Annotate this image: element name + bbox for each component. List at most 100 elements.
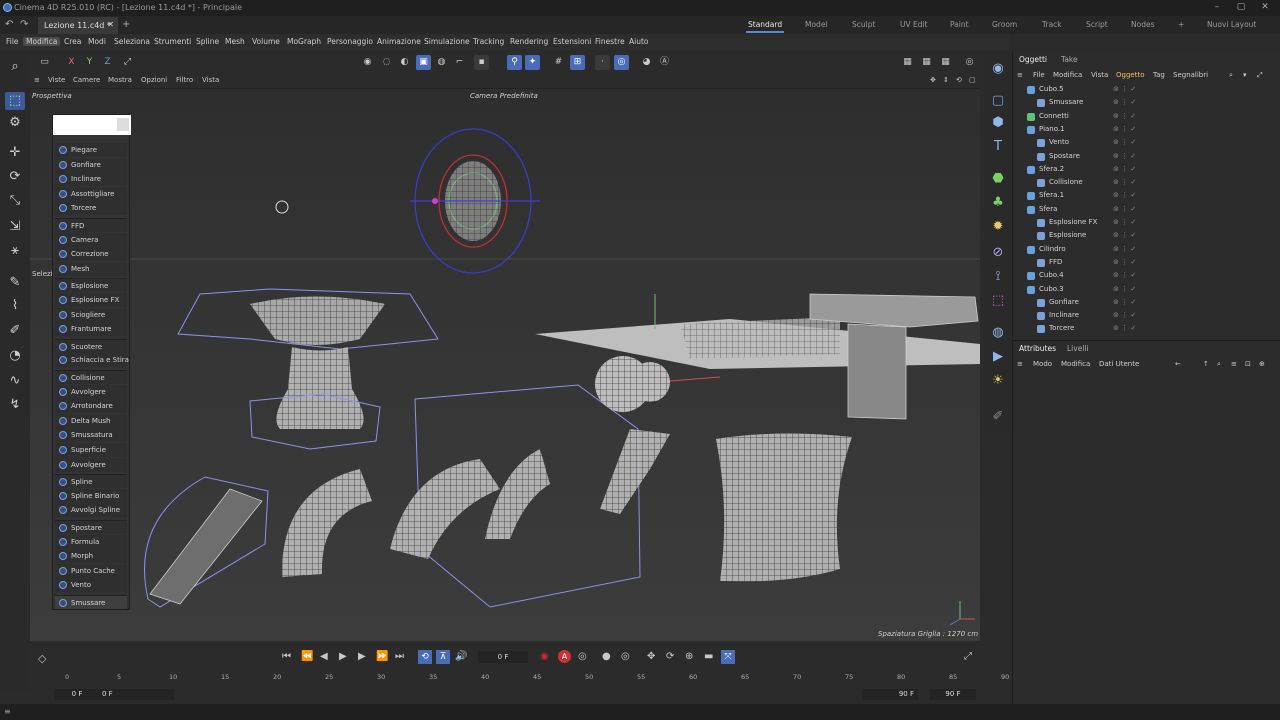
polygons-mode-icon[interactable]: ▣ — [416, 55, 431, 70]
visibility-flags-icon[interactable]: ⊚ ⋮ ✓ — [1113, 256, 1136, 269]
object-menu-file[interactable]: File — [1033, 71, 1045, 79]
deformer-item-vento[interactable]: Vento — [55, 578, 127, 593]
object-row[interactable]: Cubo.4 ⊚ ⋮ ✓ — [1013, 269, 1273, 282]
close-icon[interactable]: ✕ — [1258, 2, 1272, 12]
current-frame-field[interactable]: 0 F — [478, 651, 528, 663]
auto-solo-icon[interactable]: Ⓐ — [657, 55, 672, 70]
viewport-menu-viste[interactable]: Viste — [48, 76, 65, 84]
magnet-icon[interactable]: ∿ — [5, 372, 25, 390]
menu-simulazione[interactable]: Simulazione — [424, 37, 470, 46]
layout-standard[interactable]: Standard — [748, 20, 782, 29]
object-menu-tag[interactable]: Tag — [1153, 71, 1165, 79]
generator-icon[interactable]: ⬣ — [988, 170, 1008, 188]
deformer-item-avvolgere[interactable]: Avvolgere — [55, 457, 127, 472]
tab-livelli[interactable]: Livelli — [1067, 344, 1089, 353]
object-row[interactable]: Esplosione FX ⊚ ⋮ ✓ — [1013, 216, 1273, 229]
paint-brush-icon[interactable]: ✐ — [5, 322, 25, 340]
param-key-icon[interactable]: ▬ — [704, 651, 713, 662]
go-to-end-icon[interactable]: ⏭ — [395, 651, 404, 662]
deformer-item-esplosione[interactable]: Esplosione — [55, 278, 127, 293]
attributes-hamburger-icon[interactable]: ≡ — [1017, 360, 1023, 368]
object-name[interactable]: Piano.1 — [1039, 123, 1065, 136]
render-picture-viewer-icon[interactable]: ▦ — [919, 55, 934, 70]
render-settings-icon[interactable]: ▦ — [938, 55, 953, 70]
deformer-item-frantumare[interactable]: Frantumare — [55, 322, 127, 337]
loop-icon[interactable]: ⟲ — [418, 650, 432, 664]
visibility-flags-icon[interactable]: ⊚ ⋮ ✓ — [1113, 96, 1136, 109]
visibility-flags-icon[interactable]: ⊚ ⋮ ✓ — [1113, 203, 1136, 216]
twist-icon[interactable]: ↯ — [5, 396, 25, 414]
search-icon[interactable]: ⌕ — [5, 58, 25, 76]
menu-personaggio[interactable]: Personaggio — [327, 37, 373, 46]
placement-tool-icon[interactable]: ⚹ — [5, 242, 25, 260]
object-name[interactable]: Cubo.4 — [1039, 269, 1064, 282]
layout-paint[interactable]: Paint — [950, 20, 969, 29]
object-name[interactable]: Inclinare — [1049, 309, 1079, 322]
object-row[interactable]: Vento ⊚ ⋮ ✓ — [1013, 136, 1273, 149]
add-layout-icon[interactable]: + — [1178, 20, 1184, 29]
coordinate-system-icon[interactable]: ⤢ — [120, 55, 135, 70]
deformer-item-scuotere[interactable]: Scuotere — [55, 338, 127, 353]
object-hamburger-icon[interactable]: ≡ — [1017, 71, 1023, 79]
object-name[interactable]: Torcere — [1049, 322, 1074, 335]
end-frame-field[interactable]: 90 F — [930, 689, 976, 700]
scale-tool-icon[interactable]: ⤡ — [5, 192, 25, 210]
menu-rendering[interactable]: Rendering — [510, 37, 548, 46]
object-row[interactable]: Esplosione ⊚ ⋮ ✓ — [1013, 229, 1273, 242]
layout-track[interactable]: Track — [1042, 20, 1062, 29]
attributes-menu-modifica[interactable]: Modifica — [1061, 360, 1090, 368]
autokey-icon[interactable]: A — [558, 650, 571, 663]
deformer-item-assottigliare[interactable]: Assottigliare — [55, 186, 127, 201]
menu-crea[interactable]: Crea — [64, 37, 81, 46]
object-row[interactable]: Sfera ⊚ ⋮ ✓ — [1013, 203, 1273, 216]
visibility-flags-icon[interactable]: ⊚ ⋮ ✓ — [1113, 269, 1136, 282]
viewport-menu-filtro[interactable]: Filtro — [176, 76, 193, 84]
visibility-flags-icon[interactable]: ⊚ ⋮ ✓ — [1113, 83, 1136, 96]
deformer-item-torcere[interactable]: Torcere — [55, 201, 127, 216]
object-name[interactable]: Cubo.5 — [1039, 83, 1064, 96]
visibility-flags-icon[interactable]: ⊚ ⋮ ✓ — [1113, 229, 1136, 242]
deformer-item-camera[interactable]: Camera — [55, 232, 127, 247]
attributes-lock-icon[interactable]: ⊡ — [1245, 360, 1251, 368]
deformer-item-esplosione-fx[interactable]: Esplosione FX — [55, 293, 127, 307]
null-object-icon[interactable]: ▢ — [988, 92, 1008, 110]
preview-start-field[interactable]: 0 F — [98, 689, 174, 700]
object-row[interactable]: Torcere ⊚ ⋮ ✓ — [1013, 322, 1273, 335]
visibility-flags-icon[interactable]: ⊚ ⋮ ✓ — [1113, 176, 1136, 189]
menu-strumenti[interactable]: Strumenti — [154, 37, 191, 46]
object-name[interactable]: Collisione — [1049, 176, 1083, 189]
object-search-icon[interactable]: ⌕ — [1229, 71, 1233, 80]
visibility-flags-icon[interactable]: ⊚ ⋮ ✓ — [1113, 163, 1136, 176]
object-row[interactable]: Connetti ⊚ ⋮ ✓ — [1013, 110, 1273, 123]
menu-estensioni[interactable]: Estensioni — [553, 37, 591, 46]
field-icon[interactable]: ⟟ — [988, 268, 1008, 286]
visibility-flags-icon[interactable]: ⊚ ⋮ ✓ — [1113, 243, 1136, 256]
deformer-item-morph[interactable]: Morph — [55, 549, 127, 564]
axis-z-toggle[interactable]: Z — [100, 55, 115, 70]
axis-x-toggle[interactable]: X — [64, 55, 79, 70]
object-menu-modifica[interactable]: Modifica — [1053, 71, 1082, 79]
object-name[interactable]: Spostare — [1049, 150, 1080, 163]
deformer-item-arrotondare[interactable]: Arrotondare — [55, 399, 127, 414]
deformer-item-spline-binario[interactable]: Spline Binario — [55, 488, 127, 503]
viewport-menu-mostra[interactable]: Mostra — [108, 76, 132, 84]
new-tab-icon[interactable]: + — [122, 19, 130, 30]
object-name[interactable]: Connetti — [1039, 110, 1069, 123]
deformer-item-correzione[interactable]: Correzione — [55, 247, 127, 262]
maximize-icon[interactable]: ▢ — [1234, 2, 1248, 12]
object-row[interactable]: Spostare ⊚ ⋮ ✓ — [1013, 150, 1273, 163]
object-name[interactable]: Sfera.1 — [1039, 189, 1064, 202]
undo-icon[interactable]: ↶ — [5, 19, 13, 30]
spline-pen-icon[interactable]: ✎ — [5, 274, 25, 292]
sculpt-brush-icon[interactable]: ✐ — [988, 408, 1008, 426]
scene-object-icon[interactable]: ⬚ — [988, 292, 1008, 310]
anim-settings-icon[interactable]: ◎ — [621, 651, 630, 662]
go-to-start-icon[interactable]: ⏮ — [282, 651, 291, 662]
menu-finestre[interactable]: Finestre — [595, 37, 625, 46]
search-clear-icon[interactable] — [117, 118, 129, 131]
layout-nodes[interactable]: Nodes — [1131, 20, 1154, 29]
menu-mograph[interactable]: MoGraph — [287, 37, 321, 46]
zoom-icon[interactable]: ⇕ — [943, 76, 949, 84]
3d-viewport[interactable]: Prospettiva Camera Predefinita Selezio S… — [30, 88, 980, 641]
attributes-menu-modo[interactable]: Modo — [1033, 360, 1052, 368]
